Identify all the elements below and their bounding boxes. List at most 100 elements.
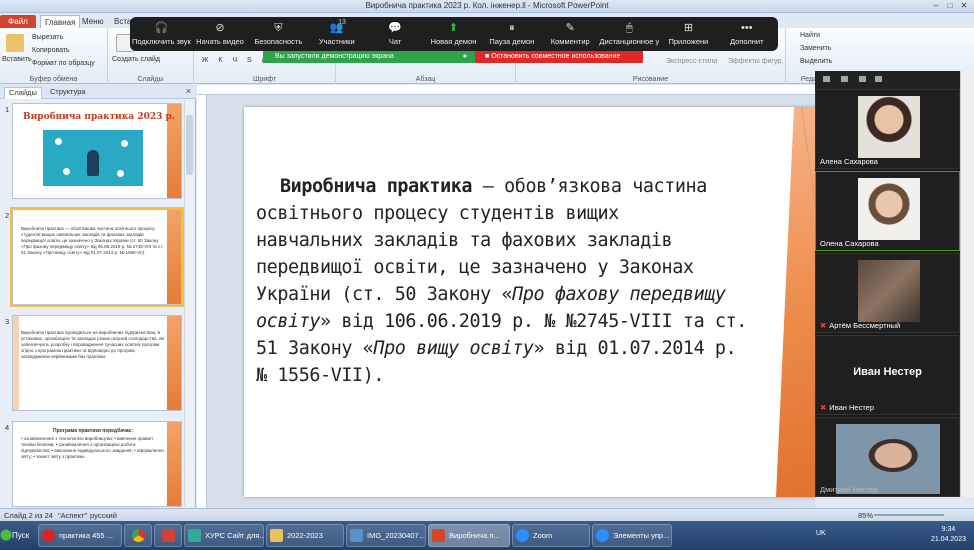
slide-editor: Виробнича практика — обов’язкова частина… <box>197 85 816 508</box>
tab-outline[interactable]: Структура <box>46 87 90 96</box>
share-notice-text: Вы запустили демонстрацию экрана <box>275 53 394 60</box>
slide-body-text[interactable]: Виробнича практика — обов’язкова частина… <box>256 173 808 389</box>
video-off-icon: ⊘ <box>215 22 225 34</box>
participants-button[interactable]: 👥 13 Участники <box>308 17 366 51</box>
participant-tile[interactable]: Олена Сахарова <box>815 171 960 251</box>
clipboard-group-label: Буфер обмена <box>29 76 78 83</box>
zoom-gallery-panel: Алена Сахарова Олена Сахарова ✖ Артём Бес… <box>815 71 960 497</box>
participants-count: 13 <box>338 19 346 26</box>
system-tray: UK 9:34 21.04.2023 <box>814 521 974 550</box>
tab-file[interactable]: Файл <box>0 15 36 28</box>
minimize-button[interactable]: – <box>930 0 942 11</box>
taskbar-item-image[interactable]: IMG_20230407... <box>346 524 426 547</box>
security-button[interactable]: ⛨ Безопасность <box>249 17 307 51</box>
paste-button[interactable]: Вставить <box>2 56 32 63</box>
settings-icon <box>117 170 124 177</box>
remote-control-button[interactable]: 🖱 Дистанционное у <box>599 17 659 51</box>
find-button[interactable]: Найти <box>800 32 820 39</box>
quick-styles-button[interactable]: Экспресс-стили <box>666 58 717 65</box>
gallery-scrollbar[interactable] <box>960 71 974 497</box>
slide-thumbnail-4[interactable]: Програма практики передбачає: • ознайомл… <box>12 421 182 507</box>
window-title: Виробнича практика 2023 р. Кол. інженер.… <box>365 1 609 10</box>
taskbar-item-browser[interactable]: ХУРС Сайт для... <box>184 524 264 547</box>
slide-number: 4 <box>5 423 10 432</box>
thumb-decoration <box>13 316 19 410</box>
grid-view-icon[interactable] <box>875 76 882 82</box>
close-button[interactable]: ✕ <box>958 0 970 11</box>
slide-line: 51 Закону «Про вищу освіту» від 01.07.20… <box>256 335 808 362</box>
headphones-icon: 🎧 <box>154 22 169 34</box>
join-audio-button[interactable]: 🎧 Подключить звук <box>132 17 191 51</box>
taskbar-item-label: Элементы упр... <box>613 531 670 540</box>
start-button[interactable]: Пуск <box>0 524 34 547</box>
tab-slides[interactable]: Слайды <box>4 87 42 99</box>
drawing-group-label: Рисование <box>632 76 669 83</box>
format-painter-button[interactable]: Формат по образцу <box>32 60 95 67</box>
taskbar-item-zoom-controls[interactable]: Элементы упр... <box>592 524 672 547</box>
image-icon <box>350 529 363 542</box>
tab-menu[interactable]: Меню <box>78 15 108 28</box>
scroll-thumb[interactable] <box>186 115 193 175</box>
tab-home[interactable]: Главная <box>40 15 81 28</box>
current-slide[interactable]: Виробнича практика — обов’язкова частина… <box>244 107 816 497</box>
taskbar-item-folder[interactable]: 2022-2023 <box>266 524 344 547</box>
taskbar: Пуск практика 455 ... ХУРС Сайт для... 2… <box>0 521 974 550</box>
clock-date: 21.04.2023 <box>930 536 966 543</box>
taskbar-item-powerpoint[interactable]: Виробнича п... <box>428 524 510 547</box>
slide-thumbnail-1[interactable]: Виробнича практика 2023 р. <box>12 103 182 199</box>
taskbar-item-label: Zoom <box>533 531 553 540</box>
new-share-button[interactable]: ⬆ Новая демон <box>424 17 482 51</box>
participant-tile[interactable]: ✖ Артём Бессмертный <box>815 253 960 333</box>
minimize-panel-icon[interactable] <box>823 76 830 82</box>
taskbar-item-label: IMG_20230407... <box>367 531 425 540</box>
pause-share-button[interactable]: ⏸ Пауза демон <box>483 17 541 51</box>
new-slide-button[interactable]: Создать слайд <box>112 56 160 63</box>
participant-tile[interactable]: Иван Нестер ✖ Иван Нестер <box>815 335 960 415</box>
taskbar-item-chrome[interactable] <box>124 524 152 547</box>
participant-name-text: Иван Нестер <box>829 403 875 412</box>
pane-scrollbar[interactable] <box>184 101 193 506</box>
gallery-view-icon[interactable] <box>859 76 866 82</box>
stop-share-label: Остановить совместное использование <box>491 53 621 60</box>
keyboard-language[interactable]: UK <box>816 530 826 537</box>
language-indicator[interactable]: русский <box>90 511 117 520</box>
taskbar-item-opera[interactable]: практика 455 ... <box>38 524 122 547</box>
taskbar-item-zoom[interactable]: Zoom <box>512 524 590 547</box>
slide-italic-text: Про вищу освіту <box>373 338 534 359</box>
clipboard-group: Вставить Вырезать Копировать Формат по о… <box>0 28 108 84</box>
zoom-icon <box>516 529 529 542</box>
participant-video <box>858 96 920 158</box>
taskbar-item-app[interactable] <box>154 524 182 547</box>
chat-button[interactable]: 💬 Чат <box>366 17 424 51</box>
apps-button[interactable]: ⊞ Приложени <box>659 17 717 51</box>
chart-icon <box>63 168 70 175</box>
slide-thumbnail-2[interactable]: Виробнича практика — обов'язкова частина… <box>10 207 184 307</box>
maximize-button[interactable]: □ <box>944 0 956 11</box>
slide-thumbnail-3[interactable]: Виробнича практика проводиться на виробн… <box>12 315 182 411</box>
cut-button[interactable]: Вырезать <box>32 34 63 41</box>
shape-effects-button[interactable]: Эффекты фигур <box>728 58 781 65</box>
participant-tile[interactable]: Алена Сахарова <box>815 89 960 169</box>
zoom-slider[interactable] <box>874 514 944 516</box>
start-video-button[interactable]: ⊘ Начать видео <box>191 17 249 51</box>
participants-icon: 👥 <box>329 22 344 34</box>
annotate-button[interactable]: ✎ Комментир <box>541 17 599 51</box>
thumb-text: • ознайомлення з технологією виробництва… <box>21 436 164 459</box>
slide-text: » від 01.07.2014 р. <box>533 338 737 359</box>
speaker-view-icon[interactable] <box>841 76 848 82</box>
stop-share-button[interactable]: ■ Остановить совместное использование <box>475 51 643 63</box>
participant-name: Олена Сахарова <box>820 239 879 248</box>
zoom-level[interactable]: 85% <box>858 511 873 520</box>
pin-icon[interactable]: ● <box>463 51 467 63</box>
close-icon[interactable]: × <box>186 86 191 96</box>
browser-icon <box>188 529 201 542</box>
select-button[interactable]: Выделить <box>800 58 832 65</box>
paragraph-group-label: Абзац <box>415 76 436 83</box>
more-button[interactable]: ••• Дополнит <box>718 17 776 51</box>
slide-line: № 1556-VII). <box>256 365 385 386</box>
clock[interactable]: 9:34 21.04.2023 <box>931 525 966 545</box>
replace-button[interactable]: Заменить <box>800 45 831 52</box>
participant-tile[interactable]: Дмитрий Нестер <box>815 417 960 497</box>
copy-button[interactable]: Копировать <box>32 47 70 54</box>
share-screen-icon: ⬆ <box>448 22 459 34</box>
